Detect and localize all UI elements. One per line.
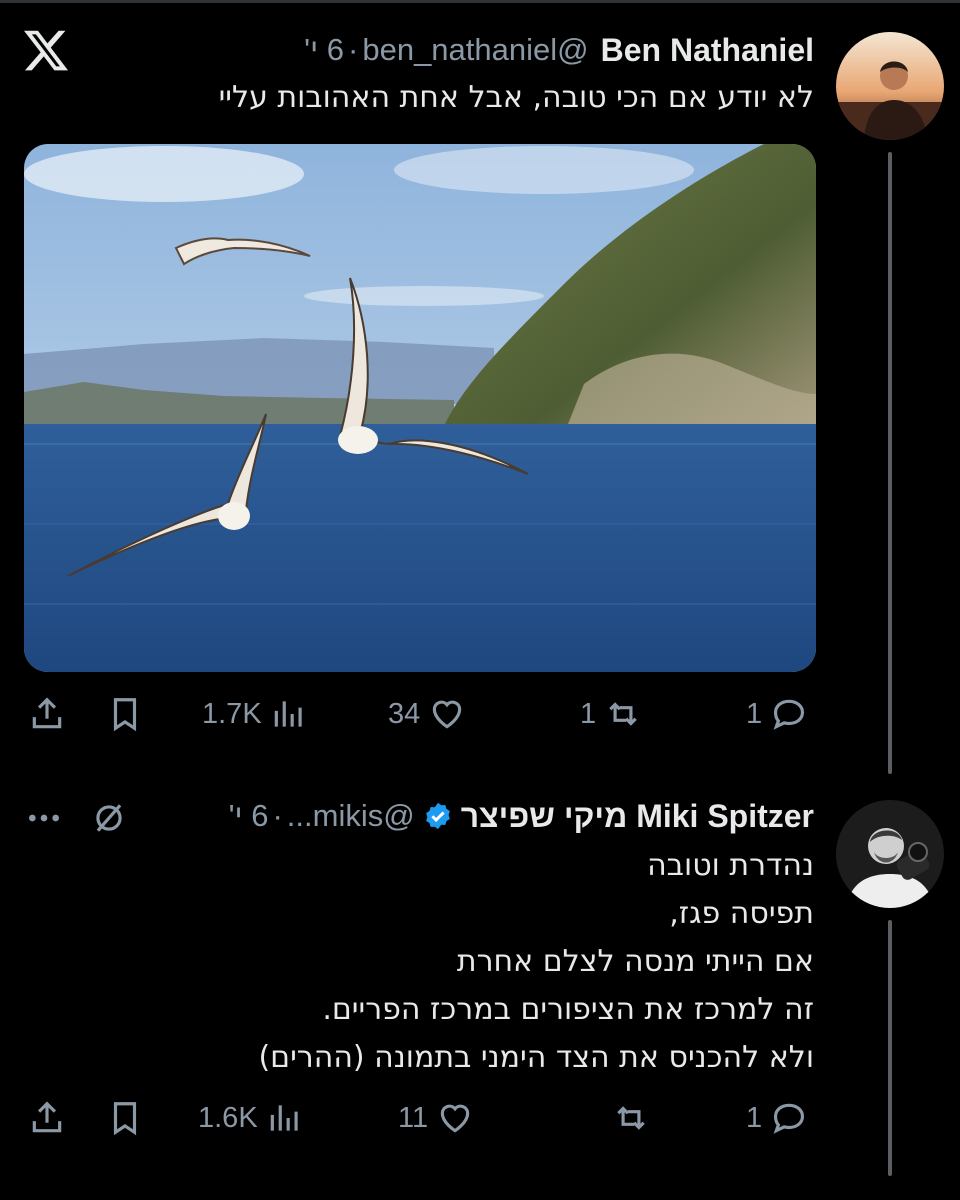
- tweet2-header: Miki Spitzer מיקי שפיצר @mikis... · 6 י': [229, 794, 814, 838]
- share-icon: [32, 697, 62, 729]
- separator: ·: [272, 798, 283, 833]
- analytics-icon: [274, 701, 302, 727]
- bookmark-icon: [113, 698, 137, 732]
- author-handle[interactable]: @mikis...: [287, 798, 415, 834]
- author-handle[interactable]: @ben_nathaniel: [362, 32, 588, 68]
- share-icon: [32, 1101, 62, 1133]
- heart-icon: [433, 700, 462, 729]
- repost-icon: [617, 1106, 645, 1130]
- author-name[interactable]: Ben Nathaniel: [601, 32, 814, 69]
- bookmark-icon: [113, 1102, 137, 1136]
- author-name[interactable]: Miki Spitzer מיקי שפיצר: [461, 798, 814, 835]
- x-logo-icon[interactable]: [24, 28, 68, 72]
- verified-badge-icon: [425, 802, 450, 830]
- reply-button[interactable]: 1: [746, 1094, 808, 1142]
- tweet1-actions: 1.7K 34 1 1: [24, 690, 824, 738]
- heart-icon: [440, 1104, 470, 1133]
- tweet-time[interactable]: 6 י': [304, 32, 344, 68]
- tweet2-tools: [24, 796, 128, 840]
- share-button[interactable]: [28, 690, 66, 738]
- grok-icon[interactable]: [90, 799, 128, 837]
- like-count: 34: [388, 697, 421, 730]
- bookmark-button[interactable]: [106, 1094, 144, 1142]
- tweet2-text: נהדרת וטובה תפיסה פגז, אם הייתי מנסה לצל…: [258, 842, 814, 1082]
- tweet-time[interactable]: 6 י': [229, 798, 269, 834]
- text-line: זה למרכז את הציפורים במרכז הפריים.: [322, 992, 814, 1027]
- tweet1-header: Ben Nathaniel @ben_nathaniel · 6 י': [304, 28, 814, 72]
- separator: ·: [348, 32, 359, 67]
- reply-icon: [773, 699, 805, 730]
- like-button[interactable]: 11: [398, 1094, 474, 1142]
- reply-icon: [773, 1103, 805, 1134]
- thread-connector: [888, 152, 892, 774]
- text-line: נהדרת וטובה: [647, 848, 814, 883]
- reply-button[interactable]: 1: [746, 690, 808, 738]
- more-options-icon[interactable]: [24, 798, 64, 838]
- thread-connector-2: [888, 920, 892, 1176]
- like-button[interactable]: 34: [388, 690, 466, 738]
- bookmark-button[interactable]: [106, 690, 144, 738]
- repost-button[interactable]: [604, 1094, 650, 1142]
- repost-icon: [609, 702, 637, 726]
- share-button[interactable]: [28, 1094, 66, 1142]
- tweet-photo[interactable]: [24, 144, 816, 672]
- repost-count: 1: [580, 697, 597, 730]
- views-count: 1.7K: [202, 697, 262, 730]
- views-button[interactable]: 1.7K: [202, 690, 308, 738]
- text-line: ולא להכניס את הצד הימני בתמונה (ההרים): [258, 1040, 814, 1075]
- tweet1-text: לא יודע אם הכי טובה, אבל אחת האהובות עלי…: [218, 80, 814, 115]
- views-button[interactable]: 1.6K: [198, 1094, 304, 1142]
- views-count: 1.6K: [198, 1101, 258, 1134]
- reply-count: 1: [746, 697, 763, 730]
- text-line: תפיסה פגז,: [669, 896, 814, 931]
- repost-button[interactable]: 1: [580, 690, 642, 738]
- top-divider: [0, 0, 960, 3]
- text-line: אם הייתי מנסה לצלם אחרת: [456, 944, 814, 979]
- reply-count: 1: [746, 1101, 763, 1134]
- avatar-miki[interactable]: [836, 800, 944, 908]
- like-count: 11: [398, 1101, 429, 1134]
- tweet2-actions: 1.6K 11 1: [24, 1094, 824, 1142]
- analytics-icon: [270, 1105, 298, 1131]
- avatar-ben[interactable]: [836, 32, 944, 140]
